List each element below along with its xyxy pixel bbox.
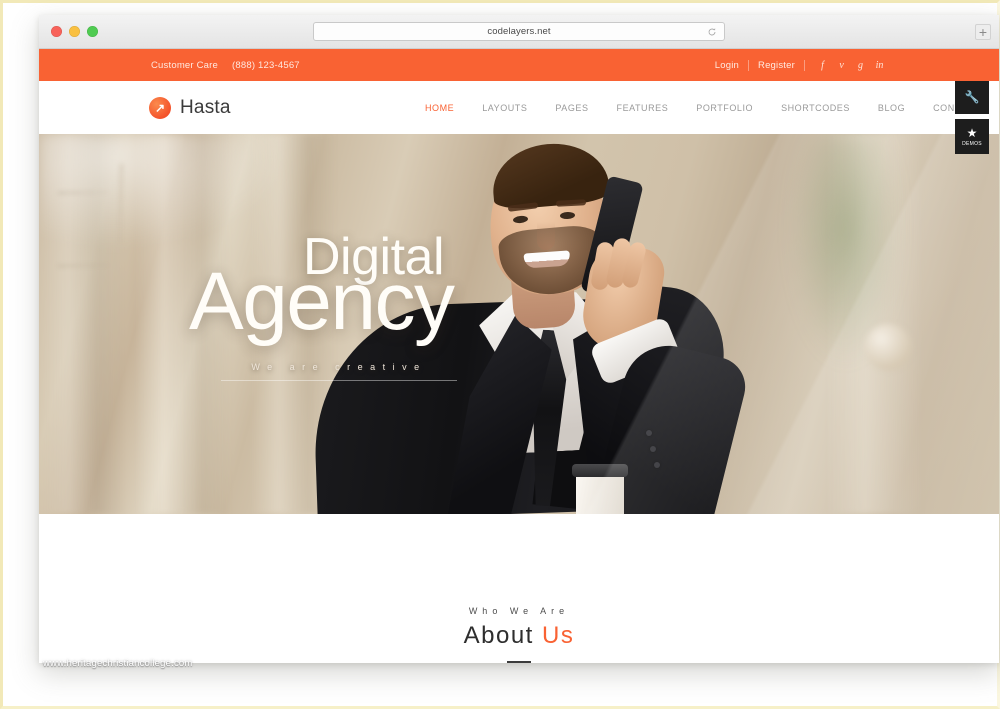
linkedin-icon[interactable]: in: [870, 60, 889, 71]
businessman-photo-subject: [294, 134, 764, 514]
nav-item-portfolio[interactable]: PORTFOLIO: [682, 103, 767, 113]
close-window-button[interactable]: [51, 26, 62, 37]
settings-wrench-button[interactable]: 🔧: [955, 81, 989, 114]
window-controls[interactable]: [51, 26, 98, 37]
nav-item-home[interactable]: HOME: [411, 103, 468, 113]
about-title-accent: Us: [542, 622, 575, 649]
nav-item-blog[interactable]: BLOG: [864, 103, 919, 113]
contact-info: Customer Care (888) 123-4567: [151, 60, 300, 71]
about-title: About Us: [39, 622, 999, 650]
url-text: codelayers.net: [487, 26, 551, 37]
about-section: Who We Are About Us: [39, 554, 999, 663]
about-divider: [507, 661, 531, 663]
main-navigation: HOME LAYOUTS PAGES FEATURES PORTFOLIO SH…: [411, 103, 994, 113]
about-title-main: About: [463, 622, 534, 649]
page-canvas: codelayers.net + Customer Care (888) 123…: [0, 0, 1000, 709]
star-icon: ★: [966, 125, 978, 140]
utility-topbar: Customer Care (888) 123-4567 Login Regis…: [39, 49, 999, 81]
phone-number[interactable]: (888) 123-4567: [232, 60, 300, 71]
site-header: Hasta HOME LAYOUTS PAGES FEATURES PORTFO…: [39, 81, 999, 154]
wrench-icon: 🔧: [964, 90, 980, 104]
hero-banner: Digital Agency We are creative: [39, 134, 999, 514]
customer-care-label: Customer Care: [151, 59, 219, 71]
maximize-window-button[interactable]: [87, 26, 98, 37]
minimize-window-button[interactable]: [69, 26, 80, 37]
demos-label: DEMOS: [962, 140, 982, 147]
reload-icon[interactable]: [707, 27, 717, 37]
watermark-text: www.heritagechristiancollege.com: [43, 658, 193, 669]
browser-window: codelayers.net + Customer Care (888) 123…: [39, 15, 999, 663]
site-logo[interactable]: Hasta: [149, 96, 231, 119]
brand-name: Hasta: [180, 96, 231, 118]
register-link[interactable]: Register: [749, 60, 804, 71]
address-bar[interactable]: codelayers.net: [313, 22, 725, 41]
nav-item-layouts[interactable]: LAYOUTS: [468, 103, 541, 113]
topbar-actions: Login Register f ᴠ g in: [706, 49, 889, 81]
divider: [804, 59, 805, 71]
twitter-icon[interactable]: ᴠ: [832, 60, 851, 71]
new-tab-button[interactable]: +: [975, 24, 991, 40]
browser-chrome: codelayers.net +: [39, 15, 999, 49]
about-eyebrow: Who We Are: [468, 606, 570, 616]
arrow-up-right-icon: [149, 96, 171, 119]
website-viewport: Customer Care (888) 123-4567 Login Regis…: [39, 49, 999, 663]
nav-item-pages[interactable]: PAGES: [541, 103, 602, 113]
social-links: f ᴠ g in: [813, 60, 889, 71]
demos-button[interactable]: ★ DEMOS: [955, 119, 989, 154]
google-plus-icon[interactable]: g: [851, 60, 870, 71]
floating-side-buttons: 🔧 ★ DEMOS: [955, 81, 989, 154]
facebook-icon[interactable]: f: [813, 60, 832, 71]
nav-item-shortcodes[interactable]: SHORTCODES: [767, 103, 864, 113]
login-link[interactable]: Login: [706, 60, 748, 71]
nav-item-features[interactable]: FEATURES: [603, 103, 683, 113]
